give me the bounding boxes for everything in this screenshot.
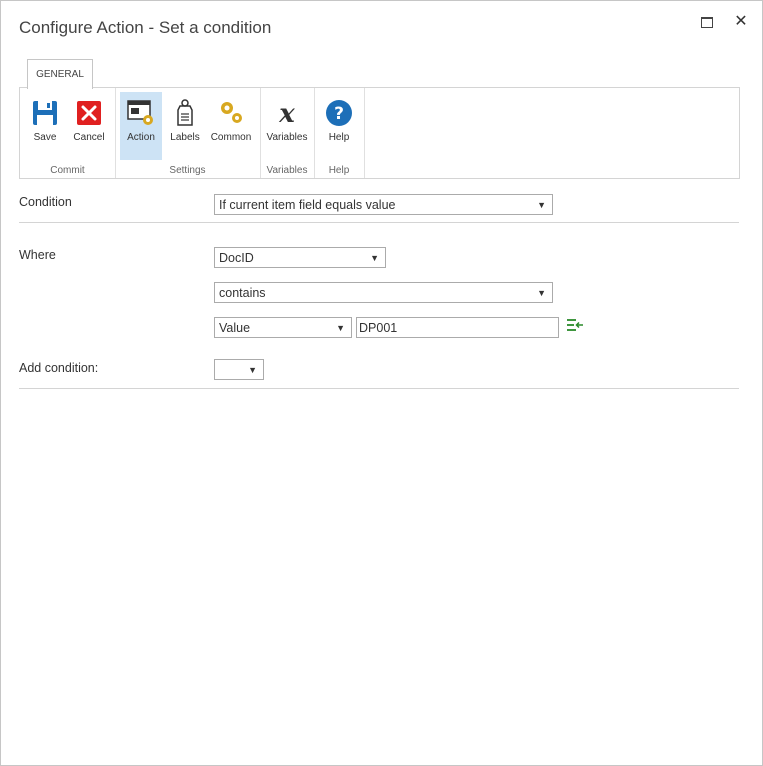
tab-general[interactable]: GENERAL	[27, 59, 93, 89]
variables-button[interactable]: x Variables	[264, 92, 310, 160]
dropdown-arrow-icon: ▼	[537, 288, 546, 298]
ribbon: Save Cancel Commit Action Labels Common …	[19, 87, 740, 179]
ribbon-group-variables: x Variables Variables	[260, 88, 315, 178]
save-icon	[33, 101, 57, 125]
field-select[interactable]: DocID ▼	[214, 247, 386, 268]
value-input[interactable]: DP001	[356, 317, 559, 338]
svg-text:x: x	[278, 99, 295, 128]
tag-icon	[177, 99, 193, 126]
add-condition-select[interactable]: ▼	[214, 359, 264, 380]
save-button[interactable]: Save	[26, 92, 64, 160]
dropdown-arrow-icon: ▼	[248, 365, 257, 375]
action-settings-icon	[127, 100, 153, 125]
close-button[interactable]: ✕	[732, 13, 750, 31]
dialog-title: Configure Action - Set a condition	[19, 18, 272, 37]
divider	[19, 388, 739, 389]
common-label: Common	[210, 132, 252, 143]
group-label-variables: Variables	[266, 165, 308, 176]
ribbon-group-settings: Action Labels Common Settings	[115, 88, 261, 178]
operator-value: contains	[219, 286, 266, 300]
labels-button[interactable]: Labels	[165, 92, 205, 160]
group-label-help: Help	[328, 165, 350, 176]
help-icon: ?	[326, 100, 352, 126]
cancel-button[interactable]: Cancel	[68, 92, 110, 160]
help-label: Help	[328, 132, 350, 143]
close-icon: ✕	[734, 13, 748, 30]
dropdown-arrow-icon: ▼	[370, 253, 379, 263]
ribbon-group-commit: Save Cancel Commit	[20, 88, 116, 178]
condition-value: If current item field equals value	[219, 198, 396, 212]
action-label: Action	[127, 132, 155, 143]
value-type-select[interactable]: Value ▼	[214, 317, 352, 338]
common-button[interactable]: Common	[207, 92, 255, 160]
svg-text:?: ?	[334, 104, 344, 124]
add-condition-label: Add condition:	[19, 361, 99, 375]
where-label: Where	[19, 248, 56, 262]
value-type-value: Value	[219, 321, 251, 335]
variable-x-icon: x	[278, 99, 295, 128]
help-button[interactable]: ? Help	[319, 92, 359, 160]
variables-label: Variables	[266, 132, 308, 143]
maximize-icon	[701, 17, 713, 28]
group-label-settings: Settings	[169, 165, 206, 176]
condition-select[interactable]: If current item field equals value ▼	[214, 194, 553, 215]
condition-label: Condition	[19, 195, 72, 209]
maximize-button[interactable]	[699, 13, 717, 31]
action-button[interactable]: Action	[120, 92, 162, 160]
cancel-icon	[77, 101, 101, 125]
field-value: DocID	[219, 251, 254, 265]
labels-label: Labels	[170, 132, 200, 143]
configure-action-dialog: Configure Action - Set a condition ✕ GEN…	[0, 0, 763, 766]
dropdown-arrow-icon: ▼	[537, 200, 546, 210]
ribbon-group-help: ? Help Help	[314, 88, 365, 178]
divider	[19, 222, 739, 223]
insert-reference-icon[interactable]	[566, 318, 584, 332]
gears-icon	[221, 102, 242, 123]
group-label-commit: Commit	[50, 165, 85, 176]
cancel-label: Cancel	[73, 132, 105, 143]
save-label: Save	[33, 132, 57, 143]
operator-select[interactable]: contains ▼	[214, 282, 553, 303]
dropdown-arrow-icon: ▼	[336, 323, 345, 333]
